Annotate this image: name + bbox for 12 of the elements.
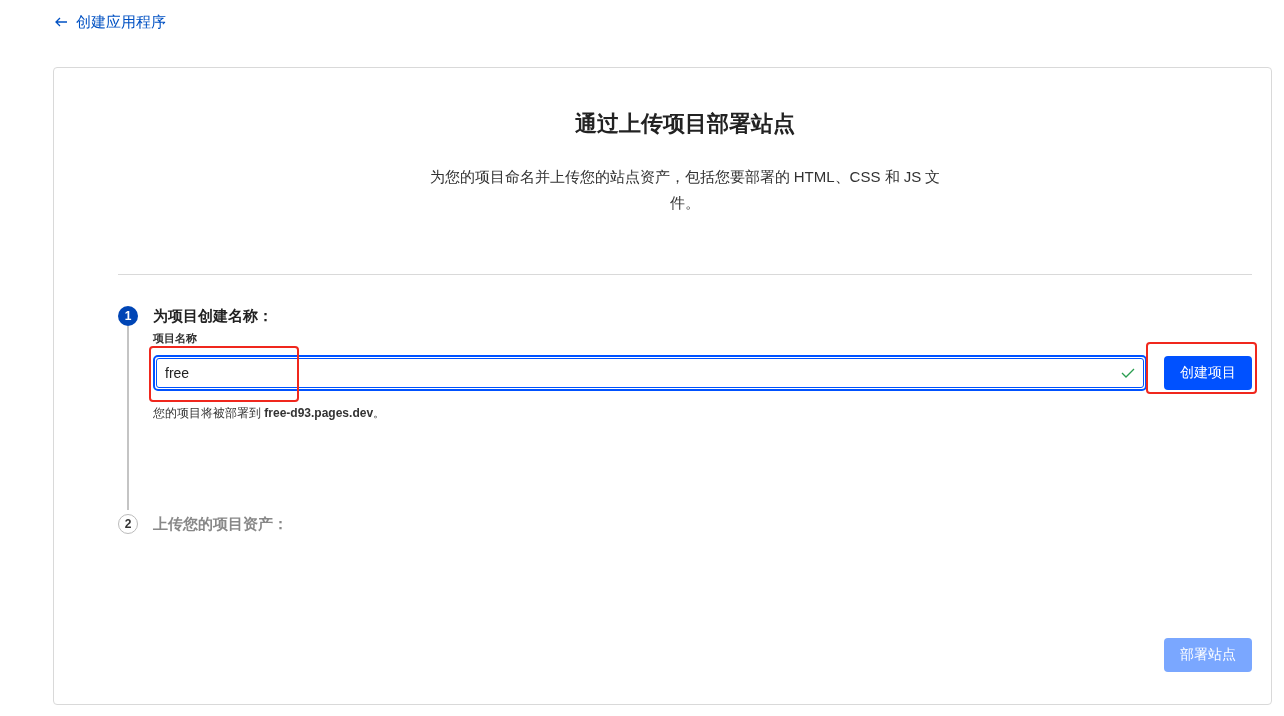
step-number: 1 xyxy=(118,306,138,326)
step-number: 2 xyxy=(118,514,138,534)
step-title: 上传您的项目资产： xyxy=(153,514,289,534)
arrow-left-icon xyxy=(54,17,68,27)
create-project-button[interactable]: 创建项目 xyxy=(1164,356,1252,390)
step-title: 为项目创建名称： xyxy=(153,306,274,326)
description-text: 为您的项目命名并上传您的站点资产，包括您要部署的 HTML、CSS 和 JS 文件。 xyxy=(428,167,942,213)
deploy-url-hint: 您的项目将被部署到 free-d93.pages.dev。 xyxy=(153,405,386,422)
field-label: 项目名称 xyxy=(153,332,197,345)
project-name-input[interactable]: free xyxy=(153,355,1147,391)
back-link[interactable]: 创建应用程序 xyxy=(53,12,166,32)
page-title: 通过上传项目部署站点 xyxy=(574,110,796,138)
